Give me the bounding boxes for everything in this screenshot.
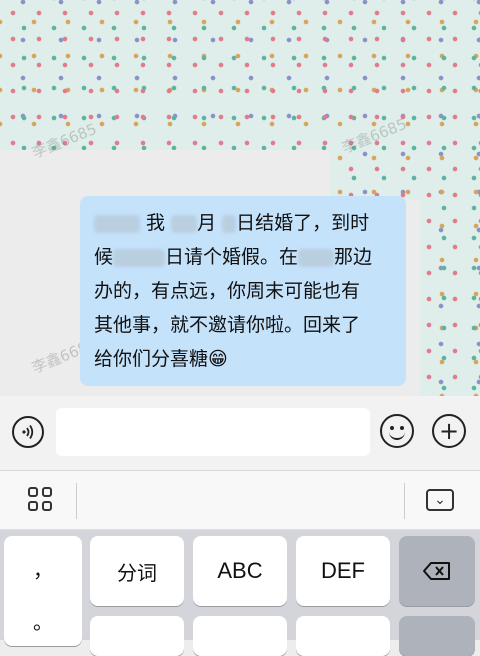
- message-line: 候 日请个婚假。在 那边: [94, 240, 396, 274]
- message-line: 我 月 日结婚了，到时: [94, 206, 396, 240]
- punctuation-list[interactable]: ， 。: [4, 536, 82, 646]
- message-text: 我: [146, 212, 166, 234]
- emoji-icon: [389, 430, 405, 440]
- message-text: 给你们分喜糖: [94, 348, 209, 370]
- keyboard: ， 。 分词 ABC DEF: [0, 530, 480, 656]
- key-jkl[interactable]: [193, 616, 287, 656]
- redacted-text: [113, 248, 166, 267]
- backspace-button[interactable]: [399, 536, 475, 606]
- key-mno[interactable]: [296, 616, 390, 656]
- message-text: 月: [197, 212, 217, 234]
- hide-keyboard-icon[interactable]: ⌄: [426, 489, 454, 511]
- punct-key[interactable]: ，: [4, 554, 82, 583]
- key-clear[interactable]: [399, 616, 475, 656]
- message-text: 那边: [334, 246, 373, 268]
- key-abc[interactable]: ABC: [193, 536, 287, 606]
- redacted-text: [222, 214, 237, 233]
- chat-area: 李鑫6685 李鑫6685 李鑫6685 我 月 日结婚了，到时 候日请个婚假。…: [0, 0, 480, 396]
- message-line: 给你们分喜糖😁: [94, 342, 396, 376]
- message-text: 日结婚了，到时: [236, 212, 370, 234]
- key-segment[interactable]: 分词: [90, 536, 184, 606]
- redacted-text: [298, 248, 335, 267]
- divider: [76, 483, 77, 519]
- redacted-text: [171, 214, 198, 233]
- message-line: 办的，有点远，你周末可能也有: [94, 280, 361, 302]
- redacted-text: [94, 214, 140, 233]
- message-bubble[interactable]: 我 月 日结婚了，到时 候 日请个婚假。在 那边 办的，有点远，你周末可能也有 其他…: [80, 196, 406, 386]
- divider: [404, 483, 405, 519]
- voice-icon: [22, 424, 34, 440]
- message-text: 日请个婚假。在: [165, 246, 299, 268]
- message-line: 其他事，就不邀请你啦。回来了: [94, 314, 361, 336]
- apps-grid-icon[interactable]: [28, 487, 52, 511]
- more-options-button[interactable]: +: [432, 414, 466, 448]
- chat-input-bar: +: [0, 396, 480, 471]
- message-input[interactable]: [56, 408, 370, 456]
- message-text: 候: [94, 246, 114, 268]
- key-ghi[interactable]: [90, 616, 184, 656]
- emoji-button[interactable]: [380, 414, 414, 448]
- grin-emoji-icon: 😁: [208, 348, 228, 370]
- plus-icon: +: [438, 417, 460, 445]
- keyboard-toolbar: ⌄: [0, 471, 480, 530]
- backspace-icon: [423, 562, 450, 580]
- voice-input-button[interactable]: [12, 416, 44, 448]
- punct-key[interactable]: 。: [4, 606, 82, 635]
- key-def[interactable]: DEF: [296, 536, 390, 606]
